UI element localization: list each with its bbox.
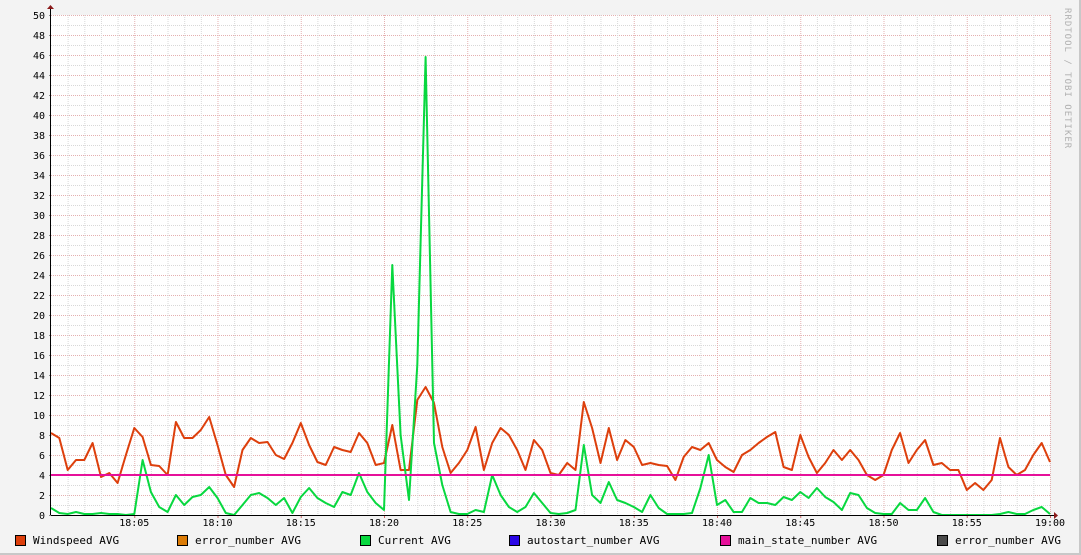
y-tick-label: 10 xyxy=(33,411,45,422)
legend-label: Windspeed AVG xyxy=(33,534,120,547)
y-tick-label: 24 xyxy=(33,271,45,282)
x-tick-label: 18:05 xyxy=(119,518,149,529)
legend-item: autostart_number AVG xyxy=(509,534,659,547)
x-tick-label: 18:25 xyxy=(452,518,482,529)
y-tick-label: 0 xyxy=(39,511,45,522)
legend-swatch xyxy=(360,535,371,546)
legend-label: autostart_number AVG xyxy=(527,534,660,547)
legend-label: Current AVG xyxy=(378,534,451,547)
x-tick-label: 18:10 xyxy=(202,518,232,529)
y-tick-label: 28 xyxy=(33,231,45,242)
y-tick-label: 26 xyxy=(33,251,45,262)
y-tick-label: 14 xyxy=(33,371,45,382)
y-tick-label: 22 xyxy=(33,291,45,302)
y-tick-label: 4 xyxy=(39,471,45,482)
legend-swatch xyxy=(720,535,731,546)
y-tick-label: 50 xyxy=(33,11,45,22)
legend-label: error_number AVG xyxy=(955,534,1061,547)
x-tick-label: 18:35 xyxy=(619,518,649,529)
y-tick-label: 18 xyxy=(33,331,45,342)
legend-swatch xyxy=(177,535,188,546)
watermark: RRDTOOL / TOBI OETIKER xyxy=(1062,8,1072,150)
x-tick-label: 18:15 xyxy=(286,518,316,529)
x-tick-label: 18:30 xyxy=(535,518,565,529)
y-tick-label: 8 xyxy=(39,431,45,442)
x-tick-label: 18:20 xyxy=(369,518,399,529)
legend-swatch xyxy=(509,535,520,546)
legend-swatch xyxy=(15,535,26,546)
y-tick-label: 48 xyxy=(33,31,45,42)
y-tick-label: 12 xyxy=(33,391,45,402)
y-tick-label: 36 xyxy=(33,151,45,162)
legend-item: main_state_number AVG xyxy=(720,534,877,547)
legend-swatch xyxy=(937,535,948,546)
y-tick-label: 34 xyxy=(33,171,45,182)
legend-item: error_number AVG xyxy=(937,534,1061,547)
y-tick-label: 20 xyxy=(33,311,45,322)
y-tick-label: 16 xyxy=(33,351,45,362)
y-tick-label: 6 xyxy=(39,451,45,462)
legend: Windspeed AVG error_number AVG Current AVG… xyxy=(0,534,1081,550)
legend-item: Current AVG xyxy=(360,534,451,547)
y-tick-label: 32 xyxy=(33,191,45,202)
x-tick-label: 18:50 xyxy=(868,518,898,529)
y-tick-label: 42 xyxy=(33,91,45,102)
y-tick-label: 2 xyxy=(39,491,45,502)
legend-label: error_number AVG xyxy=(195,534,301,547)
legend-label: main_state_number AVG xyxy=(738,534,878,547)
x-tick-label: 18:45 xyxy=(785,518,815,529)
y-tick-label: 38 xyxy=(33,131,45,142)
y-tick-label: 44 xyxy=(33,71,45,82)
x-tick-label: 18:55 xyxy=(952,518,982,529)
y-axis-arrow-icon xyxy=(47,5,54,9)
legend-item: error_number AVG xyxy=(177,534,301,547)
x-tick-label: 18:40 xyxy=(702,518,732,529)
legend-item: Windspeed AVG xyxy=(15,534,119,547)
y-tick-label: 46 xyxy=(33,51,45,62)
chart-plot: 0246810121416182022242628303234363840424… xyxy=(33,5,1065,529)
x-tick-label: 19:00 xyxy=(1035,518,1065,529)
y-tick-label: 30 xyxy=(33,211,45,222)
y-tick-label: 40 xyxy=(33,111,45,122)
